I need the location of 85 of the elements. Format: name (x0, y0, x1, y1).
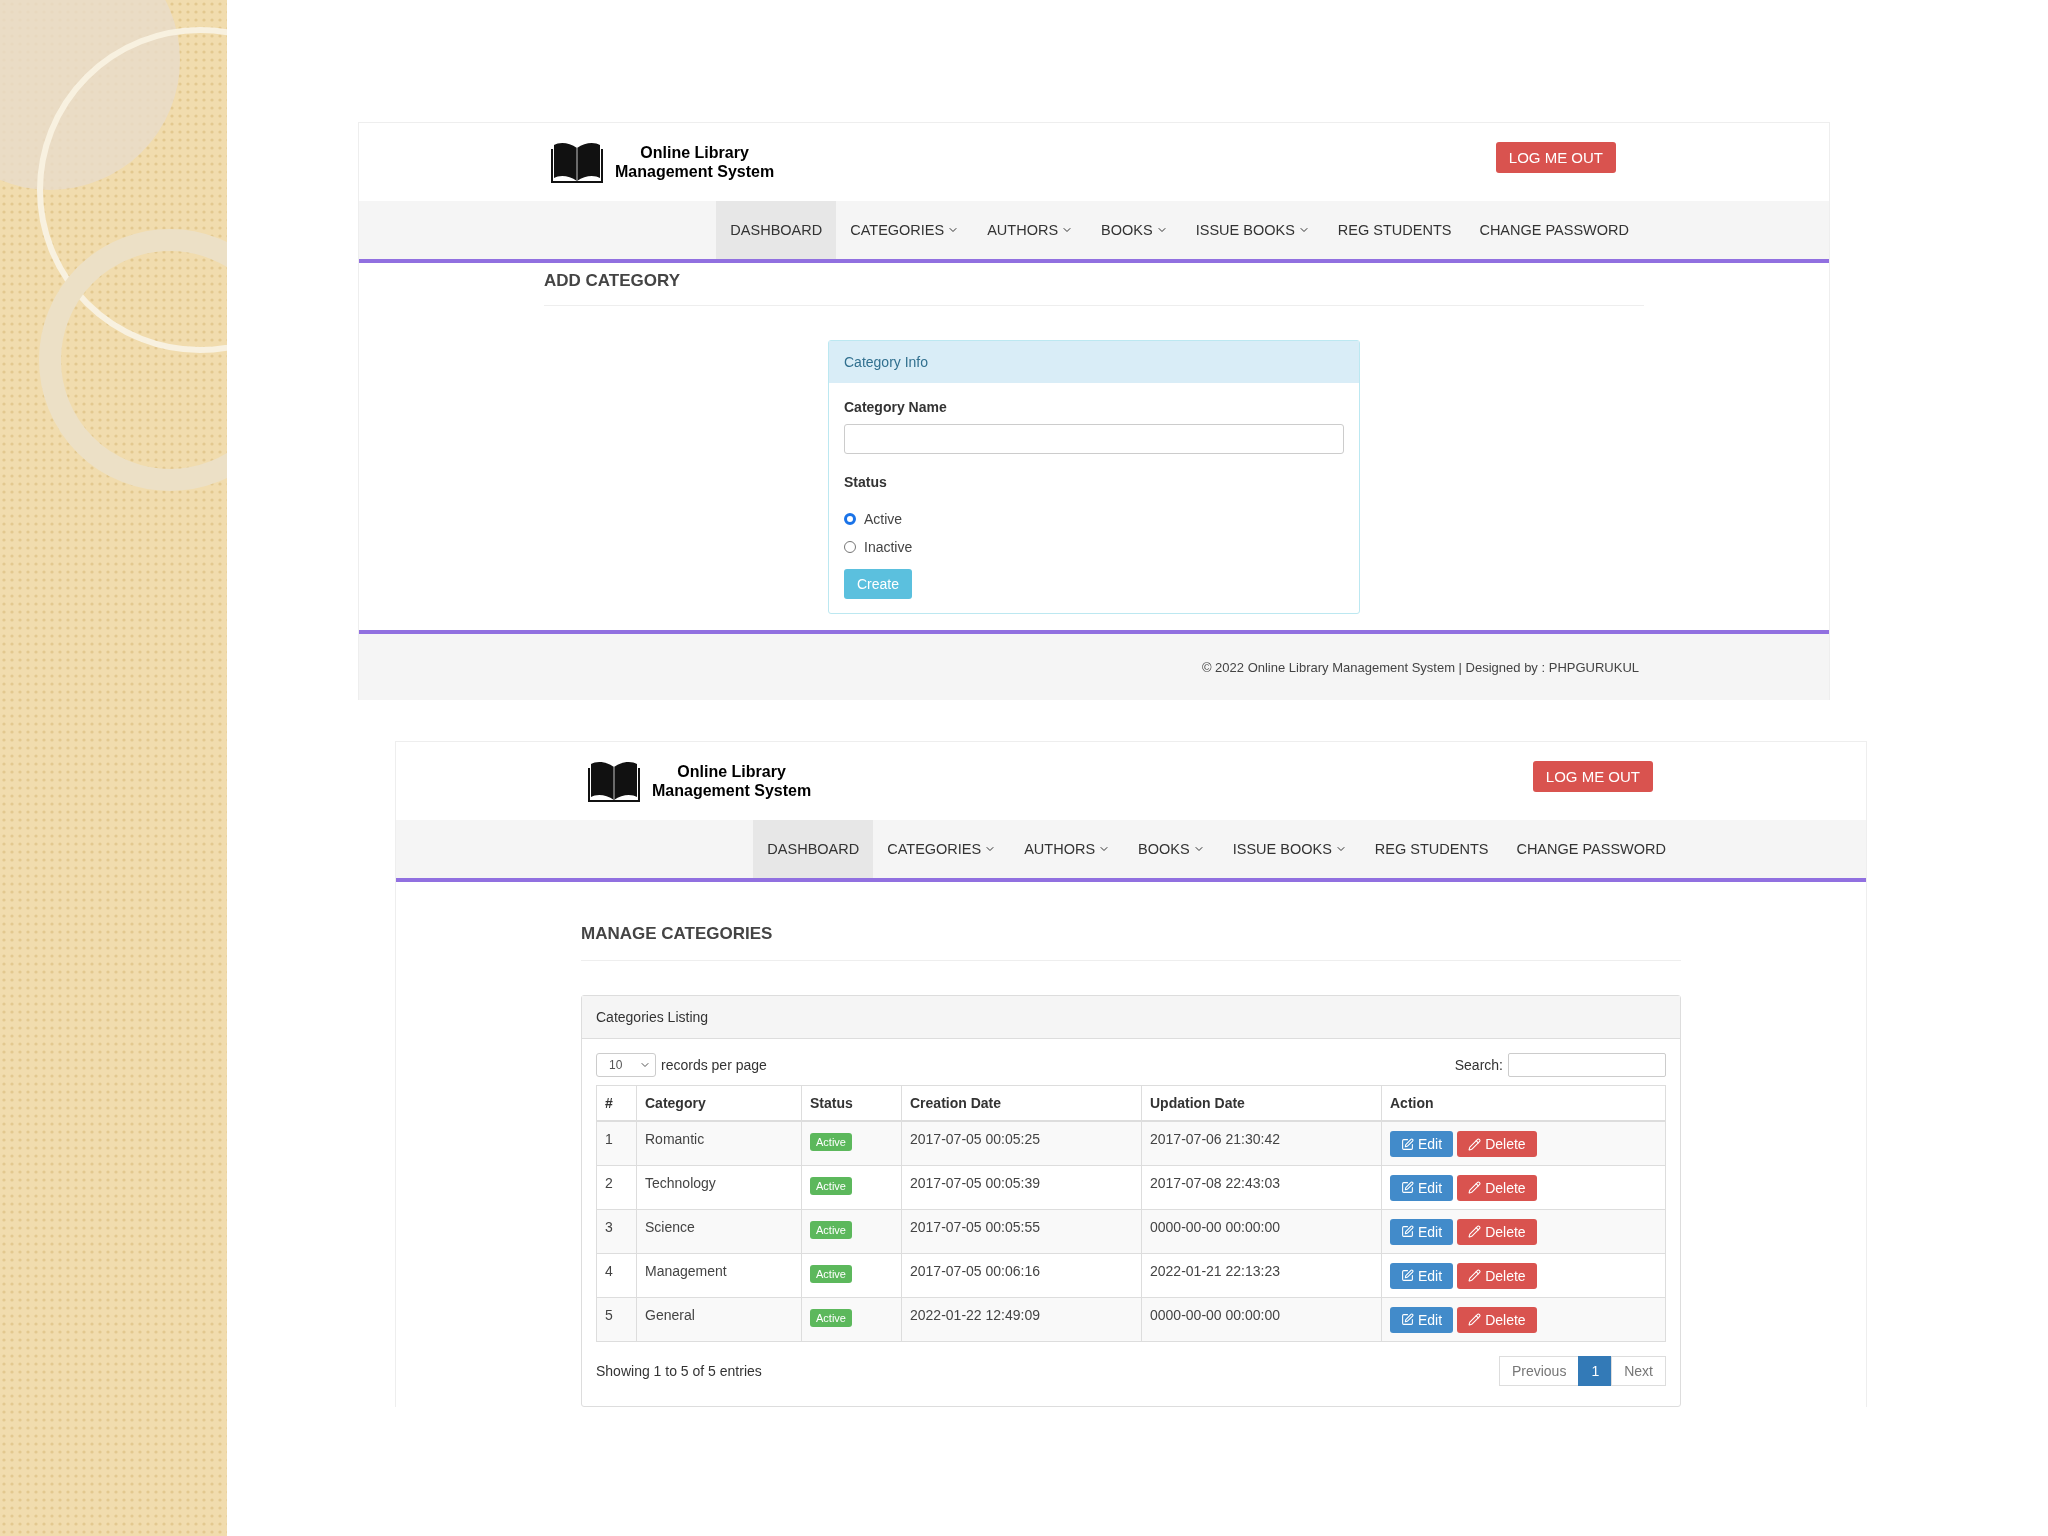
pencil-icon (1468, 1313, 1482, 1326)
page-title: ADD CATEGORY (544, 263, 1644, 306)
pencil-icon (1468, 1225, 1482, 1238)
radio-label: Active (864, 511, 903, 527)
edit-icon (1401, 1137, 1414, 1151)
delete-button[interactable]: Delete (1457, 1218, 1537, 1245)
nav-link[interactable]: BOOKS (1124, 820, 1219, 878)
nav-link[interactable]: BOOKS (1087, 201, 1182, 259)
category-name-input[interactable] (844, 424, 1344, 454)
table-cell: 2017-07-06 21:30:42 (1141, 1121, 1382, 1165)
status-badge: Active (810, 1308, 852, 1327)
book-icon (588, 759, 640, 803)
status-badge: Active (810, 1133, 852, 1151)
table-cell: 2017-07-05 00:05:55 (901, 1209, 1142, 1253)
edit-button[interactable]: Edit (1390, 1306, 1454, 1333)
nav-link[interactable]: DASHBOARD (716, 201, 837, 259)
pagination-link[interactable]: 1 (1578, 1355, 1613, 1386)
table-cell: Management (636, 1253, 802, 1297)
status-badge: Active (810, 1264, 852, 1283)
nav-link[interactable]: DASHBOARD (753, 820, 874, 878)
panel-title: Categories Listing (582, 996, 1680, 1039)
nav-link[interactable]: CATEGORIES (873, 820, 1011, 878)
table-cell: 2 (596, 1165, 637, 1209)
table-cell: 0000-00-00 00:00:00 (1141, 1297, 1382, 1341)
site-title: Online Library Management System (652, 761, 812, 801)
nav-link[interactable]: ISSUE BOOKS (1218, 820, 1361, 878)
table-cell: 2017-07-05 00:06:16 (901, 1253, 1142, 1297)
logout-button[interactable]: LOG ME OUT (1495, 141, 1616, 173)
pencil-icon (1468, 1181, 1482, 1194)
edit-button[interactable]: Edit (1390, 1262, 1454, 1289)
pencil-icon (1468, 1137, 1482, 1151)
delete-button[interactable]: Delete (1457, 1262, 1537, 1289)
pagination-link[interactable]: Previous (1498, 1355, 1580, 1386)
edit-button[interactable]: Edit (1390, 1131, 1454, 1157)
table-cell: 2022-01-21 22:13:23 (1141, 1253, 1382, 1297)
table-cell: General (636, 1297, 802, 1341)
edit-icon (1401, 1225, 1414, 1238)
edit-icon (1401, 1269, 1414, 1282)
table-cell: 4 (596, 1253, 637, 1297)
search-field[interactable] (1508, 1053, 1666, 1077)
page-size-label: records per page (661, 1057, 767, 1073)
table-cell: 2017-07-05 00:05:39 (901, 1165, 1142, 1209)
nav-link[interactable]: AUTHORS (973, 201, 1088, 259)
table-cell: Science (636, 1209, 802, 1253)
table-cell: 1 (596, 1121, 637, 1165)
delete-button[interactable]: Delete (1457, 1131, 1537, 1157)
footer-text: © 2022 Online Library Management System | Designed by : PHPGURUKUL (1201, 659, 1639, 675)
delete-button[interactable]: Delete (1457, 1174, 1537, 1201)
edit-button[interactable]: Edit (1390, 1218, 1454, 1245)
delete-button[interactable]: Delete (1457, 1306, 1537, 1333)
nav-link[interactable]: AUTHORS (1010, 820, 1125, 878)
status-badge: Active (810, 1176, 852, 1195)
field-label: Status (844, 474, 888, 490)
edit-button[interactable]: Edit (1390, 1174, 1454, 1201)
radio-button[interactable] (844, 513, 856, 525)
page-title: MANAGE CATEGORIES (581, 882, 1681, 961)
nav-link[interactable]: CHANGE PASSWORD (1465, 201, 1643, 259)
nav-link[interactable]: ISSUE BOOKS (1181, 201, 1324, 259)
table-cell: 2022-01-22 12:49:09 (901, 1297, 1142, 1341)
edit-icon (1401, 1313, 1414, 1326)
edit-icon (1401, 1181, 1414, 1194)
table-cell: 5 (596, 1297, 637, 1341)
radio-label: Inactive (864, 539, 913, 555)
table-cell: 2017-07-05 00:05:25 (901, 1121, 1142, 1165)
table-cell: 0000-00-00 00:00:00 (1141, 1209, 1382, 1253)
nav-link[interactable]: REG STUDENTS (1323, 201, 1466, 259)
pencil-icon (1468, 1269, 1482, 1282)
logout-button[interactable]: LOG ME OUT (1532, 760, 1653, 792)
nav-link[interactable]: CHANGE PASSWORD (1502, 820, 1680, 878)
site-title: Online Library Management System (615, 142, 775, 182)
table-cell: Technology (636, 1165, 802, 1209)
field-label: Category Name (844, 399, 948, 415)
search-label: Search: (1454, 1057, 1503, 1073)
pagination-link[interactable]: Next (1611, 1355, 1666, 1386)
card-title: Category Info (829, 341, 1359, 383)
page-size-select[interactable]: 10 (596, 1053, 656, 1077)
status-badge: Active (810, 1220, 852, 1239)
table-cell: 2017-07-08 22:43:03 (1141, 1165, 1382, 1209)
entries-info: Showing 1 to 5 of 5 entries (596, 1362, 762, 1379)
nav-link[interactable]: REG STUDENTS (1360, 820, 1503, 878)
book-icon (551, 140, 603, 184)
table-cell: 3 (596, 1209, 637, 1253)
table-cell: Romantic (636, 1121, 802, 1165)
radio-button[interactable] (844, 541, 856, 553)
nav-link[interactable]: CATEGORIES (836, 201, 974, 259)
